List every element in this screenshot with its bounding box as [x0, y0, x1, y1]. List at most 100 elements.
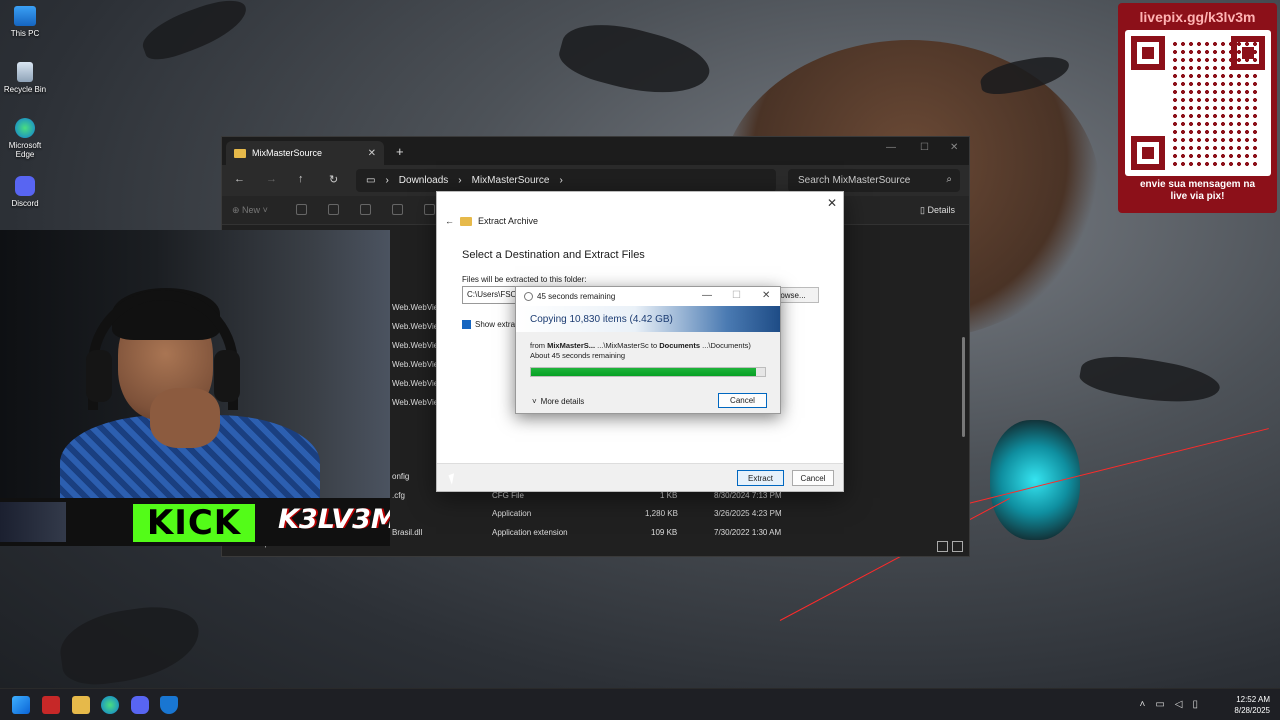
new-button-label: New	[242, 205, 261, 215]
breadcrumb-mixmastersource[interactable]: MixMasterSource	[472, 175, 550, 186]
details-button[interactable]: ▯ Details	[920, 205, 955, 216]
more-details-toggle[interactable]: ˅ More details	[532, 397, 584, 406]
monitor-icon	[14, 6, 36, 26]
file-type: CFG File	[492, 491, 524, 500]
recycle-bin-icon	[17, 62, 33, 82]
file-name: onfig	[392, 472, 410, 481]
dialog-heading: Select a Destination and Extract Files	[462, 249, 645, 261]
checkbox-checked-icon	[462, 320, 471, 329]
new-tab-button[interactable]: +	[396, 144, 404, 159]
details-view-icon[interactable]	[937, 541, 948, 552]
qr-message: envie sua mensagem na live via pix!	[1118, 179, 1277, 203]
chevron-right-icon: ›	[458, 175, 462, 186]
zip-folder-icon	[460, 216, 472, 226]
tab-title: MixMasterSource	[252, 148, 323, 158]
livepix-qr-panel: livepix.gg/k3lv3m envie sua mensagem na …	[1118, 3, 1277, 213]
dialog-footer: Extract Cancel	[437, 463, 843, 491]
search-input[interactable]: Search MixMasterSource ⌕	[788, 169, 960, 192]
qr-finder	[1130, 36, 1165, 70]
cut-icon[interactable]	[296, 204, 307, 215]
desktop-icon-label: This PC	[10, 29, 40, 38]
chevron-right-icon: ›	[385, 175, 389, 186]
up-icon[interactable]: ↑	[298, 173, 304, 185]
breadcrumb-downloads[interactable]: Downloads	[399, 175, 448, 186]
refresh-icon[interactable]: ↻	[329, 173, 338, 186]
minimize-icon[interactable]: —	[886, 142, 896, 153]
new-button[interactable]: ⊕ New ˅	[232, 205, 268, 216]
tiles-view-icon[interactable]	[952, 541, 963, 552]
from-middle: ...\MixMasterSc to	[595, 341, 660, 350]
copy-banner: Copying 10,830 items (4.42 GB)	[516, 306, 780, 332]
kick-banner: KICK K3LV3M	[0, 498, 390, 546]
path-label: Files will be extracted to this folder:	[462, 275, 587, 284]
share-icon[interactable]	[424, 204, 435, 215]
details-label: Details	[927, 205, 955, 215]
desktop-icon-label: Discord	[11, 199, 39, 208]
close-window-icon[interactable]: ✕	[950, 142, 958, 153]
more-details-label: More details	[540, 397, 585, 406]
desktop-icon-this-pc[interactable]: This PC	[2, 6, 48, 38]
qr-message-line: envie sua mensagem na	[1139, 179, 1256, 190]
progress-bar	[530, 367, 766, 377]
pc-icon: ▭	[366, 175, 376, 186]
close-icon[interactable]: ✕	[762, 290, 770, 301]
desktop-icon-discord[interactable]: Discord	[2, 176, 48, 208]
from-suffix: ...\Documents)	[700, 341, 751, 350]
desktop-icon-edge[interactable]: Microsoft Edge	[2, 118, 48, 159]
headset-earcup	[214, 350, 240, 402]
qr-message-line: live via pix!	[1170, 191, 1225, 202]
desktop-icon-recycle-bin[interactable]: Recycle Bin	[2, 62, 48, 94]
minimize-icon[interactable]: —	[702, 290, 712, 301]
chevron-down-icon: ˅	[532, 397, 537, 406]
desktop-icon-label: Recycle Bin	[3, 85, 47, 94]
keyboard-image	[0, 502, 66, 542]
back-arrow-icon[interactable]: ←	[445, 216, 454, 226]
search-icon: ⌕	[946, 174, 952, 185]
time-remaining: About 45 seconds remaining	[530, 351, 626, 360]
qr-url: livepix.gg/k3lv3m	[1139, 9, 1256, 25]
extract-button[interactable]: Extract	[737, 470, 784, 486]
taskbar-clock[interactable]: 12:52 AM 8/28/2025	[1234, 694, 1270, 716]
dialog-title: Extract Archive	[478, 216, 539, 226]
start-icon[interactable]	[12, 696, 30, 714]
address-bar[interactable]: ▭ › Downloads › MixMasterSource ›	[356, 169, 776, 192]
progress-fill	[531, 368, 756, 376]
cancel-copy-button[interactable]: Cancel	[718, 393, 767, 408]
wallpaper-crow	[55, 600, 205, 690]
source-folder-link[interactable]: MixMasterS...	[547, 341, 595, 350]
file-explorer-icon[interactable]	[72, 696, 90, 714]
live-icon[interactable]	[42, 696, 60, 714]
streamer-handle: K3LV3M	[278, 504, 390, 535]
explorer-tab[interactable]: MixMasterSource ✕	[226, 141, 384, 165]
file-date: 3/26/2025 4:23 PM	[714, 509, 782, 518]
vertical-scrollbar[interactable]	[962, 337, 965, 437]
file-type: Application	[492, 509, 532, 518]
network-icon[interactable]: ▭	[1155, 699, 1164, 710]
defender-icon[interactable]	[160, 696, 178, 714]
back-icon[interactable]: ←	[234, 173, 245, 185]
forward-icon[interactable]: →	[266, 173, 277, 185]
discord-icon	[15, 176, 35, 196]
webcam-person-hand	[150, 388, 220, 448]
headset-earcup	[86, 350, 112, 402]
chevron-up-icon[interactable]: ˄	[1139, 699, 1145, 710]
file-size: 1,280 KB	[645, 509, 678, 518]
paste-icon[interactable]	[360, 204, 371, 215]
copy-icon[interactable]	[328, 204, 339, 215]
show-extracted-checkbox[interactable]: Show extract	[462, 320, 521, 329]
rename-icon[interactable]	[392, 204, 403, 215]
discord-icon[interactable]	[131, 696, 149, 714]
wallpaper-crow	[136, 0, 254, 66]
battery-icon[interactable]: ▯	[1192, 699, 1198, 710]
taskbar: ˄ ▭ ◁ ▯ 12:52 AM 8/28/2025	[0, 688, 1280, 720]
close-tab-icon[interactable]: ✕	[368, 148, 376, 159]
maximize-icon[interactable]: ☐	[920, 142, 929, 153]
edge-icon[interactable]	[101, 696, 119, 714]
close-icon[interactable]: ✕	[827, 196, 837, 210]
copy-progress-dialog: 45 seconds remaining — ☐ ✕ Copying 10,83…	[515, 286, 781, 414]
copy-from-line: from MixMasterS... ...\MixMasterSc to Do…	[530, 341, 751, 350]
clock-date: 8/28/2025	[1234, 706, 1270, 715]
destination-folder-link[interactable]: Documents	[659, 341, 700, 350]
volume-icon[interactable]: ◁	[1175, 699, 1183, 710]
cancel-button[interactable]: Cancel	[792, 470, 834, 486]
